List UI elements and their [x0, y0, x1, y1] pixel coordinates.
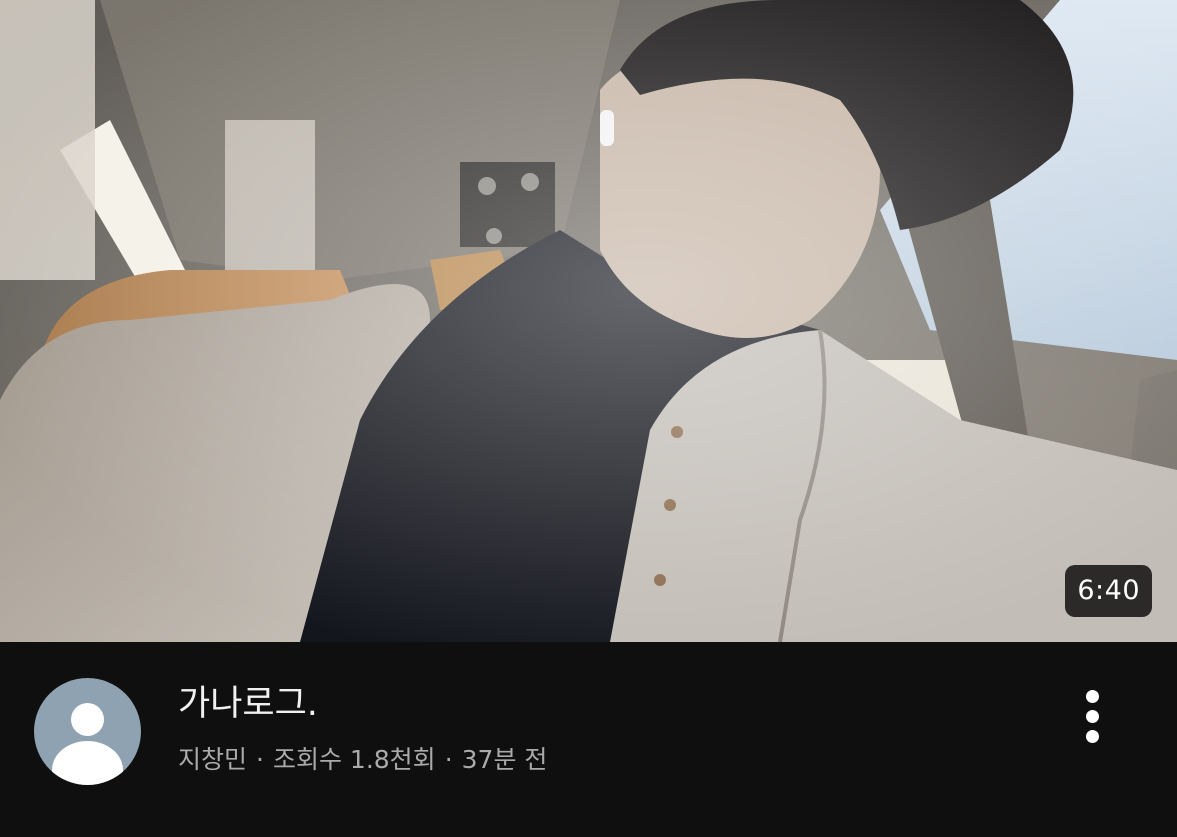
more-vert-icon-dot — [1086, 710, 1099, 723]
more-vert-icon — [1086, 690, 1099, 703]
more-vert-icon-dot — [1086, 730, 1099, 743]
channel-avatar[interactable] — [34, 678, 141, 785]
more-options-button[interactable] — [1068, 682, 1118, 752]
video-meta-row: 가나로그. 지창민 · 조회수 1.8천회 · 37분 전 — [0, 642, 1177, 837]
separator-dot: · — [444, 745, 453, 774]
video-title[interactable]: 가나로그. — [178, 682, 318, 726]
separator-dot: · — [256, 745, 264, 774]
video-card[interactable]: 6:40 가나로그. 지창민 · 조회수 1.8천회 · 37분 전 — [0, 0, 1177, 837]
published-time: 37분 전 — [461, 745, 548, 774]
view-count: 조회수 1.8천회 — [272, 745, 436, 774]
duration-badge: 6:40 — [1065, 565, 1152, 617]
thumbnail-image — [0, 0, 1177, 642]
default-avatar-body — [52, 741, 123, 785]
video-metadata: 지창민 · 조회수 1.8천회 · 37분 전 — [178, 742, 547, 778]
video-thumbnail[interactable]: 6:40 — [0, 0, 1177, 642]
channel-name[interactable]: 지창민 — [178, 745, 247, 774]
default-avatar-icon — [71, 703, 104, 736]
